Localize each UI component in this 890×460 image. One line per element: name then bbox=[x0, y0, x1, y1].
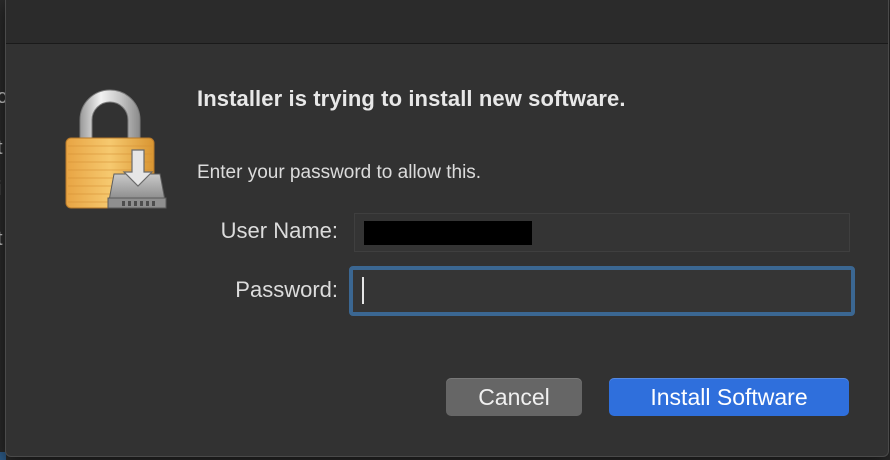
lock-with-installer-disk-icon bbox=[62, 86, 168, 212]
background-text: t bbox=[0, 228, 3, 251]
dialog-titlebar bbox=[6, 0, 888, 44]
cancel-button[interactable]: Cancel bbox=[446, 378, 582, 416]
dialog-message: Enter your password to allow this. bbox=[197, 162, 482, 183]
background-text: t bbox=[0, 137, 3, 160]
background-text: i bbox=[0, 178, 1, 201]
authentication-dialog: Installer is trying to install new softw… bbox=[5, 0, 889, 457]
dialog-title: Installer is trying to install new softw… bbox=[197, 86, 626, 111]
username-redaction bbox=[364, 221, 532, 245]
text-cursor bbox=[362, 277, 364, 304]
install-software-button[interactable]: Install Software bbox=[609, 378, 849, 416]
password-field[interactable] bbox=[349, 266, 855, 316]
password-label: Password: bbox=[235, 277, 338, 302]
username-label: User Name: bbox=[220, 218, 338, 243]
